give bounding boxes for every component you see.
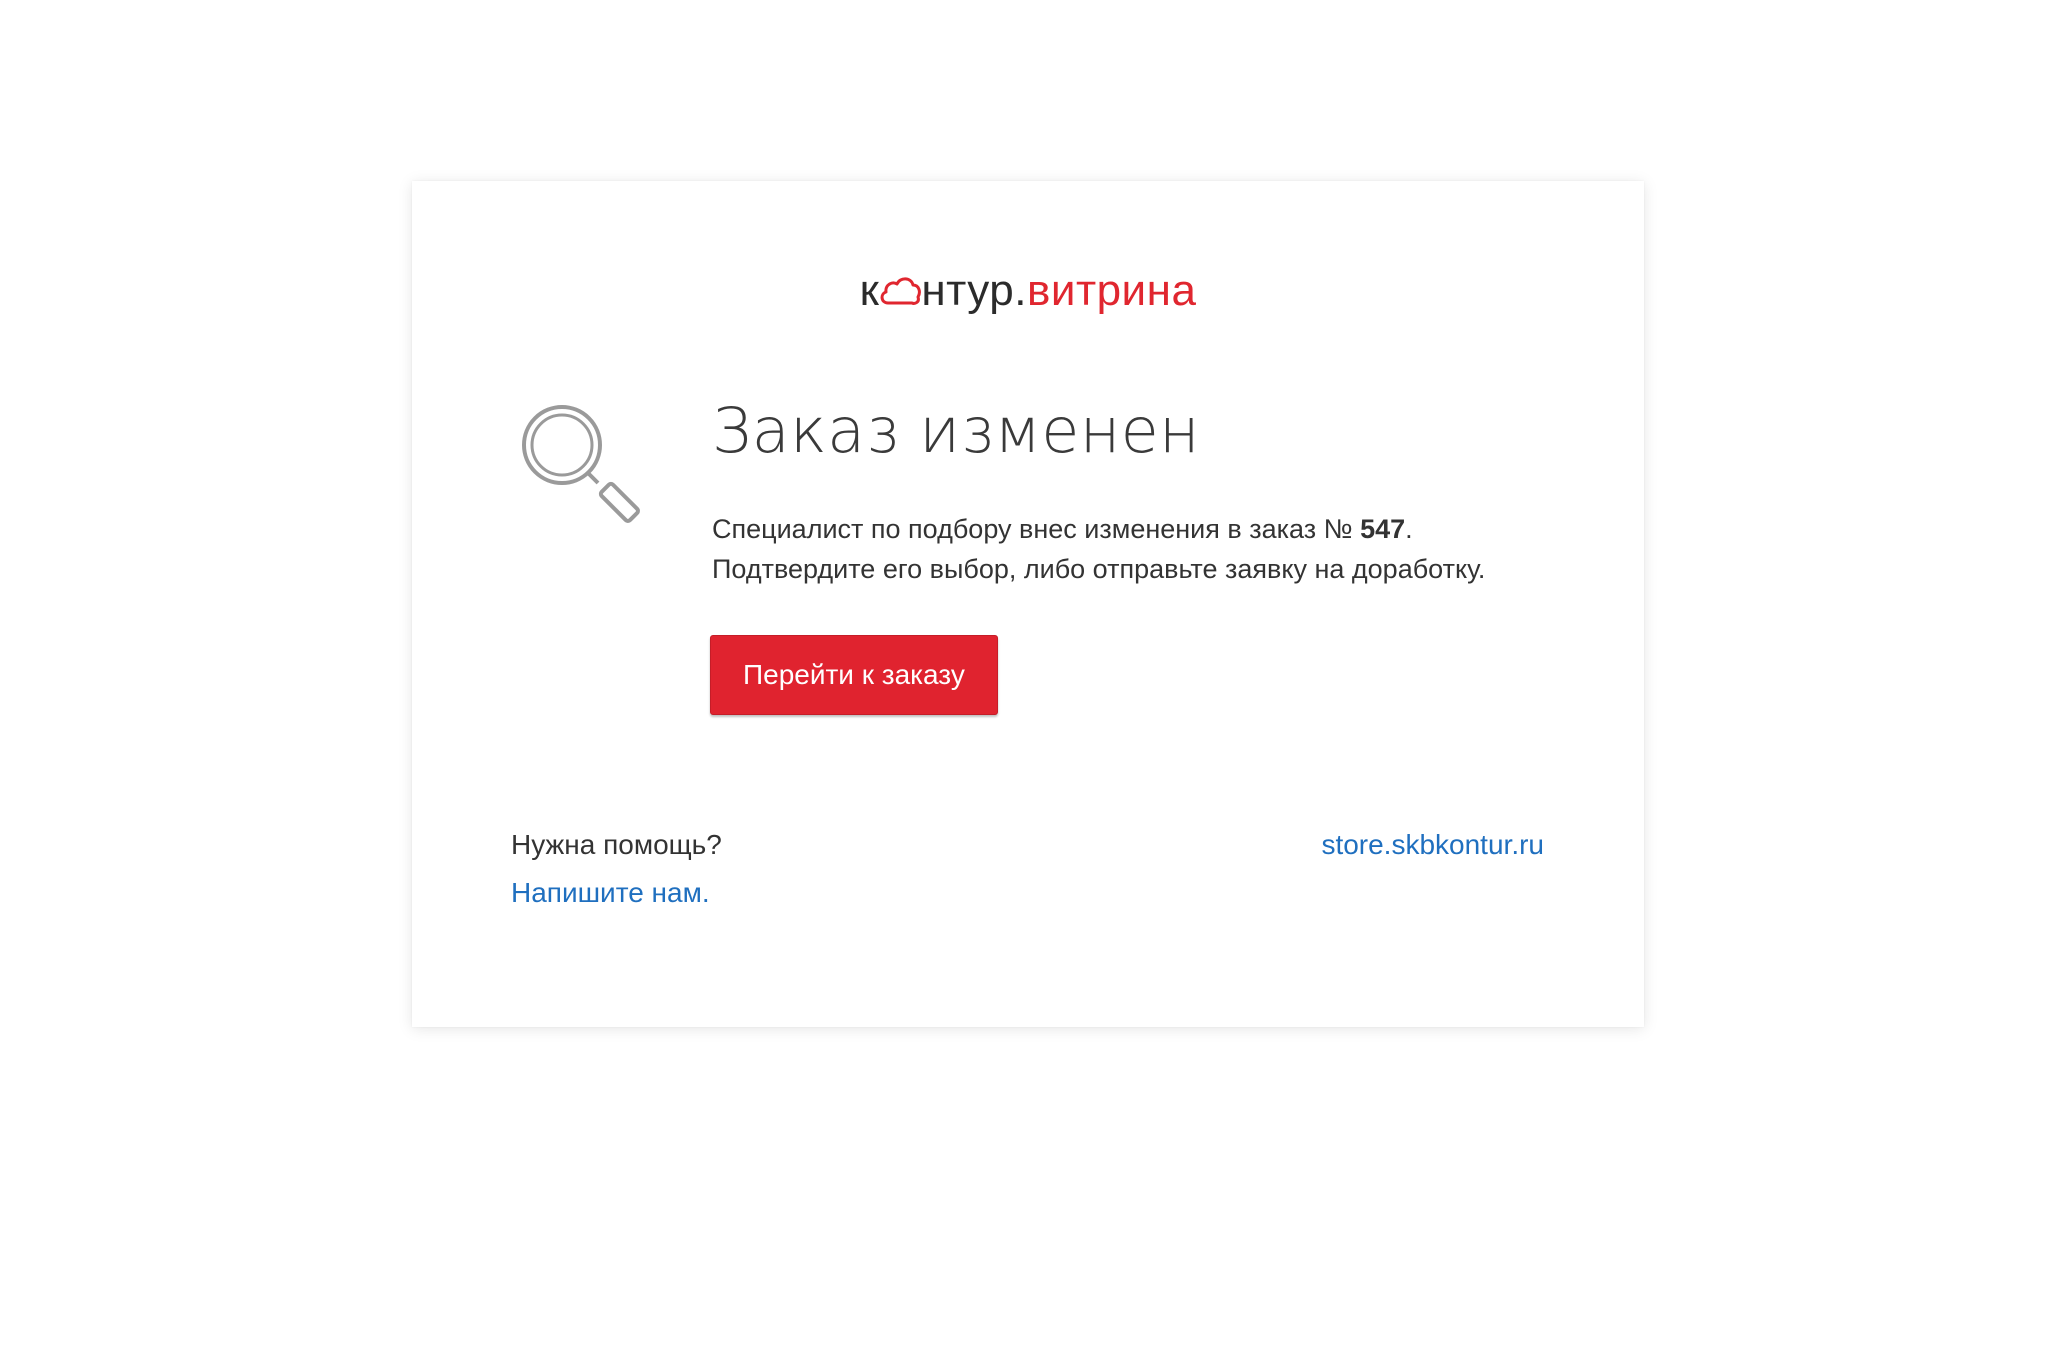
logo-text-start: к [859,266,880,315]
contact-us-link[interactable]: Напишите нам. [511,869,722,917]
message-line1-prefix: Специалист по подбору внес изменения в з… [712,514,1361,545]
help-section: Нужна помощь? Напишите нам. [511,821,722,917]
cloud-icon [880,277,922,305]
go-to-order-button[interactable]: Перейти к заказу [710,635,998,716]
magnifier-icon [522,405,640,523]
logo-text-product: витрина [1026,266,1197,315]
message-line2: Подтвердите его выбор, либо отправьте за… [712,554,1486,585]
logo-text-mid: нтур. [921,266,1027,315]
kontur-vitrina-logo[interactable]: к нтур.витрина [412,269,1644,313]
store-site-link[interactable]: store.skbkontur.ru [1321,821,1544,869]
help-text: Нужна помощь? [511,829,722,860]
page-title: Заказ изменен [712,394,1200,467]
order-message: Специалист по подбору внес изменения в з… [712,509,1592,589]
order-number: 547 [1360,514,1406,545]
notification-card: к нтур.витрина Заказ изменен Специалист … [412,181,1644,1027]
message-line1-suffix: . [1405,514,1413,545]
main-content: Заказ изменен Специалист по подбору внес… [710,394,1592,716]
